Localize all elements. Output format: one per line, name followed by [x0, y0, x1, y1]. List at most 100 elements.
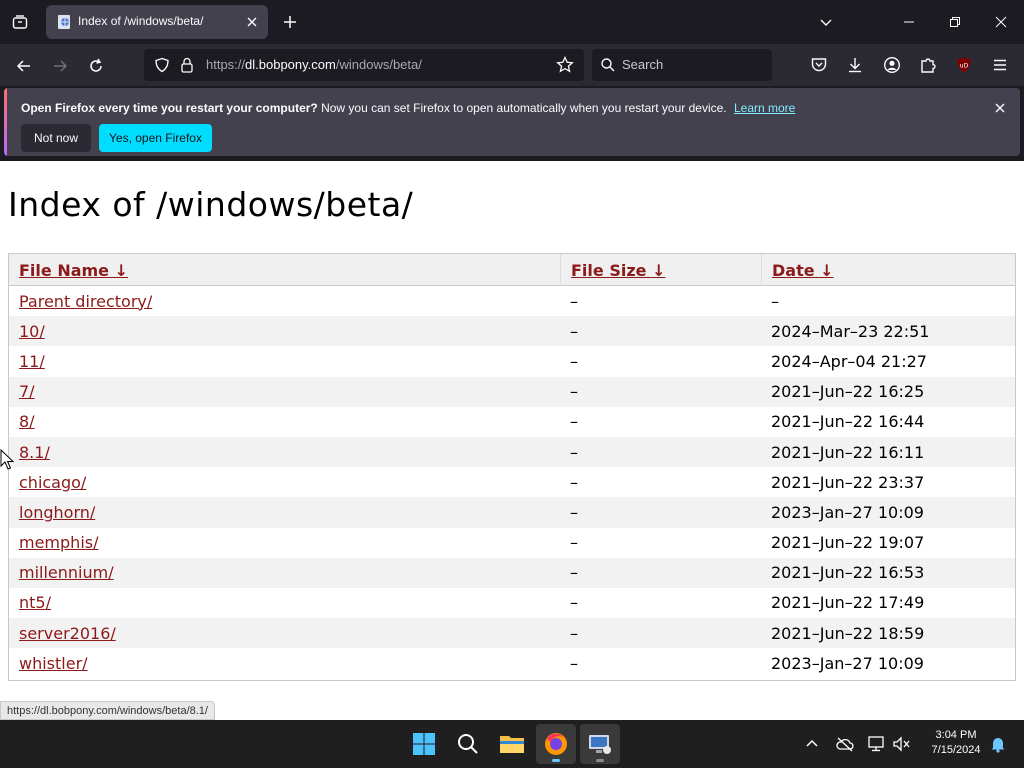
file-size-cell: – — [570, 472, 578, 492]
file-name-link[interactable]: server2016/ — [9, 618, 560, 648]
table-row: 8.1/– 2021–Jun–22 16:11 — [9, 436, 1015, 468]
tab-overflow-button[interactable] — [814, 10, 838, 34]
file-size-cell: – — [570, 623, 578, 643]
file-name-link[interactable]: whistler/ — [9, 648, 560, 678]
extensions-button[interactable] — [916, 53, 940, 77]
not-now-button[interactable]: Not now — [21, 124, 91, 152]
file-name-link[interactable]: 10/ — [9, 316, 560, 346]
firefox-taskbar-button[interactable] — [536, 724, 576, 764]
new-tab-button[interactable] — [278, 10, 302, 34]
file-name-link[interactable]: nt5/ — [9, 588, 560, 618]
svg-text:uD: uD — [960, 63, 969, 70]
network-icon — [868, 736, 884, 752]
yes-open-firefox-button[interactable]: Yes, open Firefox — [99, 124, 212, 152]
forward-button[interactable] — [46, 52, 74, 80]
url-host: dl.bobpony.com — [245, 57, 336, 72]
system-clock[interactable]: 3:04 PM 7/15/2024 — [920, 728, 992, 758]
date-cell: 2024–Mar–23 22:51 — [771, 321, 930, 341]
close-window-button[interactable] — [989, 10, 1013, 34]
puzzle-icon — [921, 58, 936, 73]
file-explorer-button[interactable] — [492, 724, 532, 764]
file-name-link[interactable]: millennium/ — [9, 558, 560, 588]
notification-message: Open Firefox every time you restart your… — [21, 101, 795, 115]
network-button[interactable] — [865, 732, 889, 756]
lock-icon[interactable] — [180, 57, 194, 73]
column-header-file-size[interactable]: File Size ↓ — [560, 254, 761, 286]
file-size-cell: – — [570, 382, 578, 402]
column-header-date[interactable]: Date ↓ — [761, 254, 1015, 286]
remote-desktop-taskbar-button[interactable] — [580, 724, 620, 764]
url-prefix: https:// — [206, 57, 246, 72]
show-hidden-icons-button[interactable] — [800, 732, 824, 756]
table-row: 7/– 2021–Jun–22 16:25 — [9, 376, 1015, 407]
table-body: Parent directory/– –10/–2024–Mar–23 22:51… — [9, 286, 1015, 678]
file-size-cell: – — [570, 412, 578, 432]
windows-logo-icon — [413, 733, 435, 755]
onedrive-button[interactable] — [833, 732, 857, 756]
list-all-tabs-button[interactable] — [6, 8, 34, 36]
file-name-link[interactable]: Parent directory/ — [9, 286, 560, 316]
navigation-toolbar: https://dl.bobpony.com/windows/beta/ Sea… — [0, 44, 1024, 86]
active-tab[interactable]: Index of /windows/beta/ — [46, 5, 268, 39]
remote-desktop-icon — [589, 735, 611, 754]
url-text[interactable]: https://dl.bobpony.com/windows/beta/ — [206, 57, 422, 72]
close-notification-icon[interactable] — [992, 100, 1008, 116]
page-title: Index of /windows/beta/ — [8, 185, 414, 224]
plus-icon — [284, 16, 296, 28]
date-cell: 2024–Apr–04 21:27 — [771, 351, 927, 371]
file-name-link[interactable]: longhorn/ — [9, 497, 560, 527]
notifications-button[interactable] — [986, 732, 1010, 756]
pocket-button[interactable] — [807, 53, 831, 77]
downloads-button[interactable] — [843, 53, 867, 77]
tracking-protection-shield-icon[interactable] — [154, 57, 170, 73]
file-name-link[interactable]: 8/ — [9, 407, 560, 437]
volume-button[interactable] — [890, 732, 914, 756]
date-cell: 2021–Jun–22 16:44 — [771, 412, 925, 432]
account-button[interactable] — [880, 53, 904, 77]
search-bar[interactable]: Search — [592, 49, 772, 81]
table-row: server2016/– 2021–Jun–22 18:59 — [9, 618, 1015, 649]
file-name-link[interactable]: 7/ — [9, 377, 560, 407]
date-cell: 2021–Jun–22 16:53 — [771, 563, 925, 583]
date-cell: 2023–Jan–27 10:09 — [771, 502, 924, 522]
table-row: 8/– 2021–Jun–22 16:44 — [9, 407, 1015, 437]
url-bar[interactable]: https://dl.bobpony.com/windows/beta/ — [144, 49, 584, 81]
tab-close-icon[interactable] — [244, 14, 260, 30]
table-row: Parent directory/– – — [9, 286, 1015, 316]
mouse-cursor-icon — [0, 449, 14, 470]
table-row: millennium/– 2021–Jun–22 16:53 — [9, 557, 1015, 588]
file-name-link[interactable]: chicago/ — [9, 467, 560, 497]
back-button[interactable] — [10, 52, 38, 80]
file-name-link[interactable]: 11/ — [9, 346, 560, 376]
download-icon — [849, 58, 861, 73]
app-menu-button[interactable] — [988, 53, 1012, 77]
default-browser-notification: Open Firefox every time you restart your… — [4, 88, 1020, 156]
folder-icon — [500, 736, 524, 753]
column-header-file-name[interactable]: File Name ↓ — [9, 254, 560, 286]
clock-time: 3:04 PM — [935, 729, 977, 741]
bookmark-star-icon[interactable] — [556, 56, 574, 74]
minimize-button[interactable] — [897, 10, 921, 34]
taskbar-search-button[interactable] — [448, 724, 488, 764]
date-cell: 2021–Jun–22 18:59 — [771, 623, 925, 643]
learn-more-link[interactable]: Learn more — [734, 101, 795, 115]
reload-button[interactable] — [82, 52, 110, 80]
start-button[interactable] — [404, 724, 444, 764]
active-app-indicator — [552, 759, 560, 762]
file-size-cell: – — [570, 593, 578, 613]
file-size-cell: – — [570, 442, 578, 462]
restore-button[interactable] — [943, 10, 967, 34]
file-size-cell: – — [570, 653, 578, 673]
table-row: 11/– 2024–Apr–04 21:27 — [9, 346, 1015, 376]
table-row: longhorn/– 2023–Jan–27 10:09 — [9, 497, 1015, 528]
file-name-link[interactable]: 8.1/ — [9, 437, 560, 467]
table-row: memphis/– 2021–Jun–22 19:07 — [9, 528, 1015, 558]
search-icon — [458, 734, 478, 754]
ublock-origin-button[interactable]: uD — [952, 53, 976, 77]
file-size-cell: – — [570, 502, 578, 522]
table-row: 10/– 2024–Mar–23 22:51 — [9, 316, 1015, 347]
file-name-link[interactable]: memphis/ — [9, 528, 560, 558]
search-input-placeholder: Search — [622, 57, 664, 72]
date-cell: 2021–Jun–22 19:07 — [771, 533, 925, 553]
file-size-cell: – — [570, 563, 578, 583]
